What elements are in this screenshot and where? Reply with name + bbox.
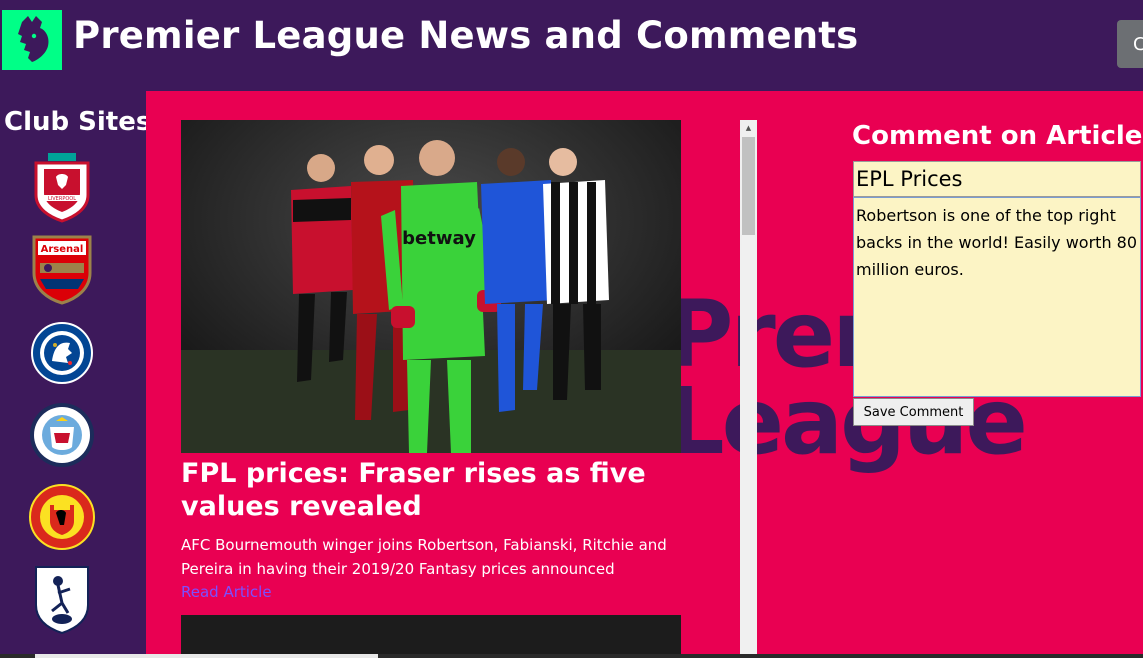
comment-title-input[interactable] [853, 161, 1141, 197]
page-title: Premier League News and Comments [73, 14, 859, 57]
header-button[interactable]: C [1117, 20, 1143, 68]
tottenham-crest-icon[interactable] [28, 563, 96, 635]
arsenal-crest-label: Arsenal [41, 244, 84, 255]
sidebar-title: Club Sites [4, 107, 152, 137]
comment-body-textarea[interactable]: Robertson is one of the top right backs … [853, 197, 1141, 397]
scroll-up-arrow-icon[interactable]: ▲ [740, 120, 757, 135]
article-card: betway FPL prices: Fraser rises as five … [181, 120, 741, 603]
manchester-united-crest-icon[interactable] [28, 481, 96, 553]
club-sidebar: Club Sites LIVERPOOL Arsenal [0, 91, 151, 658]
site-header: Premier League News and Comments C [0, 0, 1143, 91]
main-content: Premier League [146, 91, 1143, 658]
save-comment-button[interactable]: Save Comment [853, 398, 974, 426]
article-scrollbar[interactable]: ▲ [740, 120, 757, 658]
manchester-city-crest-icon[interactable] [28, 399, 96, 471]
premier-league-lion-icon [18, 16, 49, 62]
article-image[interactable]: betway [181, 120, 681, 453]
next-article-image[interactable] [181, 615, 681, 658]
arsenal-crest-icon[interactable]: Arsenal [28, 233, 96, 305]
article-summary: AFC Bournemouth winger joins Robertson, … [181, 536, 667, 578]
chelsea-crest-icon[interactable] [28, 317, 96, 389]
bottom-scrollbar-thumb[interactable] [35, 654, 378, 658]
svg-text:betway: betway [402, 228, 476, 249]
liverpool-crest-icon[interactable]: LIVERPOOL [28, 151, 96, 223]
premier-league-logo[interactable] [2, 10, 62, 70]
comment-heading: Comment on Article [852, 121, 1143, 151]
comment-panel: Comment on Article Robertson is one of t… [852, 121, 1143, 426]
read-article-link[interactable]: Read Article [181, 581, 272, 603]
liverpool-crest-label: LIVERPOOL [48, 196, 76, 202]
article-title[interactable]: FPL prices: Fraser rises as five values … [181, 457, 701, 523]
scroll-thumb[interactable] [742, 137, 755, 235]
